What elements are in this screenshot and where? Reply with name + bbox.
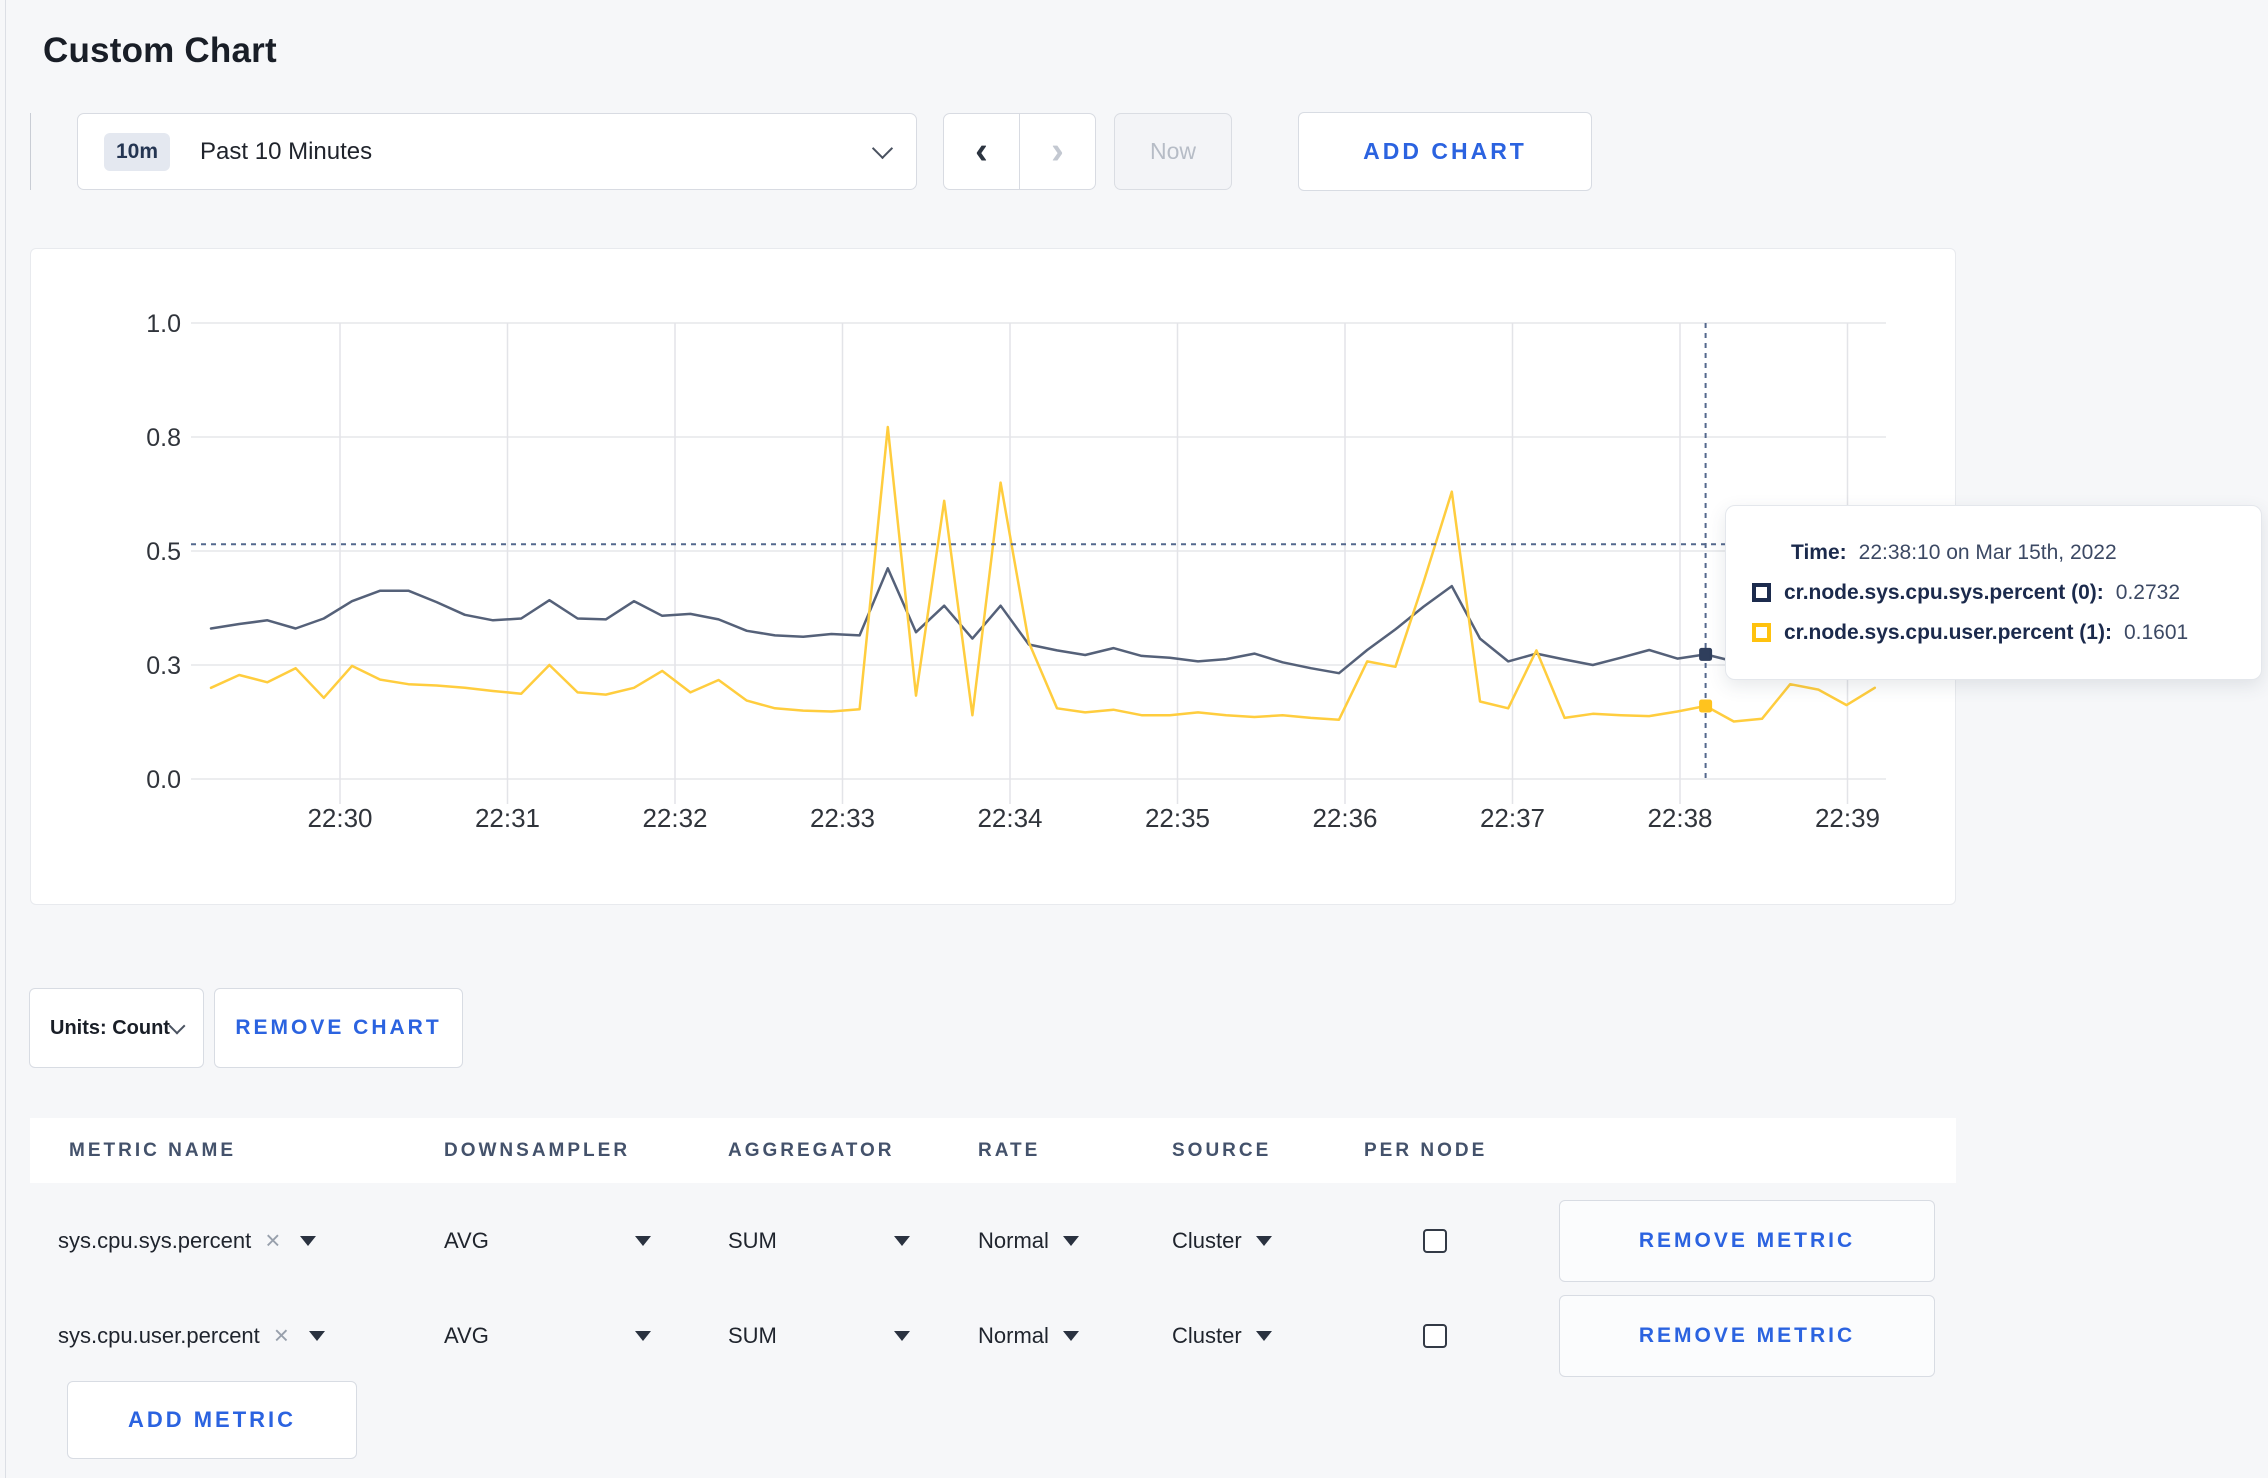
per-node-checkbox[interactable] (1423, 1323, 1447, 1348)
now-button[interactable]: Now (1114, 113, 1232, 190)
series-sys-swatch-icon (1752, 583, 1771, 602)
caret-down-icon[interactable] (894, 1330, 910, 1341)
caret-down-icon (308, 1330, 325, 1341)
chevron-down-icon (168, 1017, 186, 1035)
chevron-down-icon (871, 137, 894, 160)
svg-text:22:36: 22:36 (1312, 803, 1377, 833)
svg-text:22:37: 22:37 (1480, 803, 1545, 833)
tooltip-time-label: Time: (1791, 540, 1847, 564)
rate-select[interactable]: Normal (978, 1288, 1079, 1383)
source-select[interactable]: Cluster (1172, 1193, 1272, 1288)
caret-down-icon (1062, 1330, 1079, 1341)
time-window-selector[interactable]: 10m Past 10 Minutes (77, 113, 917, 190)
remove-metric-button[interactable]: REMOVE METRIC (1559, 1294, 1935, 1377)
column-header-metric-name: METRIC NAME (69, 1140, 237, 1161)
metric-name-select[interactable]: sys.cpu.sys.percent × (58, 1193, 317, 1288)
metrics-table-header: METRIC NAME DOWNSAMPLER AGGREGATOR RATE … (30, 1118, 1956, 1183)
downsampler-select[interactable]: AVG (444, 1288, 489, 1383)
downsampler-select[interactable]: AVG (444, 1193, 489, 1288)
series-user-swatch-icon (1752, 623, 1771, 642)
tooltip-time-row: Time: 22:38:10 on Mar 15th, 2022 (1791, 541, 2241, 565)
svg-text:22:31: 22:31 (475, 803, 540, 833)
caret-down-icon[interactable] (635, 1330, 651, 1341)
caret-down-icon (1255, 1235, 1272, 1246)
close-icon[interactable]: × (265, 1225, 280, 1256)
column-header-source: SOURCE (1172, 1140, 1272, 1161)
metric-name-select[interactable]: sys.cpu.user.percent × (58, 1288, 325, 1383)
column-header-rate: RATE (978, 1140, 1041, 1161)
chart-hover-tooltip: Time: 22:38:10 on Mar 15th, 2022 cr.node… (1725, 505, 2262, 680)
svg-text:1.0: 1.0 (146, 310, 181, 338)
caret-down-icon[interactable] (894, 1235, 910, 1246)
per-node-checkbox[interactable] (1423, 1228, 1447, 1253)
chevron-right-icon: › (1051, 130, 1064, 172)
rate-select[interactable]: Normal (978, 1193, 1079, 1288)
svg-text:22:33: 22:33 (810, 803, 875, 833)
tooltip-series-value: 0.2732 (2115, 580, 2181, 604)
aggregator-select[interactable]: SUM (728, 1193, 777, 1288)
time-window-badge: 10m (104, 132, 171, 171)
remove-metric-button[interactable]: REMOVE METRIC (1559, 1199, 1935, 1282)
source-select[interactable]: Cluster (1172, 1288, 1272, 1383)
svg-text:22:32: 22:32 (642, 803, 707, 833)
custom-chart-page: { "page": {"title": "Custom Chart"}, "co… (0, 0, 2268, 1478)
svg-text:0.5: 0.5 (146, 538, 181, 566)
add-chart-button[interactable]: ADD CHART (1298, 112, 1592, 191)
svg-text:0.3: 0.3 (146, 652, 181, 680)
svg-text:22:30: 22:30 (307, 803, 372, 833)
timeseries-plot[interactable]: 0.0 0.3 0.5 0.8 1.0 22:30 22:31 22:32 22:33 22:34… (31, 249, 1955, 904)
metric-row: sys.cpu.sys.percent × AVG SUM Normal Clu… (30, 1193, 1956, 1288)
add-metric-button[interactable]: ADD METRIC (67, 1381, 357, 1459)
caret-down-icon (300, 1235, 317, 1246)
caret-down-icon (1255, 1330, 1272, 1341)
chevron-left-icon: ‹ (975, 130, 988, 172)
time-window-label: Past 10 Minutes (200, 137, 373, 165)
column-header-downsampler: DOWNSAMPLER (444, 1140, 631, 1161)
caret-down-icon (1062, 1235, 1079, 1246)
svg-text:0.8: 0.8 (146, 424, 181, 452)
svg-text:22:39: 22:39 (1815, 803, 1880, 833)
toolbar-divider (30, 113, 31, 190)
column-header-per-node: PER NODE (1364, 1140, 1488, 1161)
tooltip-series-row: cr.node.sys.cpu.sys.percent (0): 0.2732 (1752, 581, 2241, 605)
page-title: Custom Chart (43, 31, 277, 71)
tooltip-series-label: cr.node.sys.cpu.user.percent (1): (1784, 620, 2112, 644)
chart-panel: 0.0 0.3 0.5 0.8 1.0 22:30 22:31 22:32 22:33 22:34… (30, 248, 1956, 905)
remove-chart-button[interactable]: REMOVE CHART (214, 988, 463, 1068)
previous-time-window-button[interactable]: ‹ (944, 114, 1020, 189)
aggregator-select[interactable]: SUM (728, 1288, 777, 1383)
close-icon[interactable]: × (274, 1320, 289, 1351)
tooltip-series-row: cr.node.sys.cpu.user.percent (1): 0.1601 (1752, 621, 2241, 645)
svg-text:22:38: 22:38 (1647, 803, 1712, 833)
tooltip-time-value: 22:38:10 on Mar 15th, 2022 (1858, 540, 2117, 564)
svg-text:22:34: 22:34 (977, 803, 1042, 833)
svg-text:22:35: 22:35 (1145, 803, 1210, 833)
column-header-aggregator: AGGREGATOR (728, 1140, 895, 1161)
next-time-window-button[interactable]: › (1020, 114, 1095, 189)
page-left-border (5, 0, 6, 1478)
svg-text:0.0: 0.0 (146, 766, 181, 794)
time-window-arrows: ‹ › (943, 113, 1096, 190)
units-selector[interactable]: Units: Count (29, 988, 204, 1068)
caret-down-icon[interactable] (635, 1235, 651, 1246)
tooltip-series-label: cr.node.sys.cpu.sys.percent (0): (1784, 580, 2104, 604)
metric-row: sys.cpu.user.percent × AVG SUM Normal Cl… (30, 1288, 1956, 1383)
tooltip-series-value: 0.1601 (2123, 620, 2189, 644)
